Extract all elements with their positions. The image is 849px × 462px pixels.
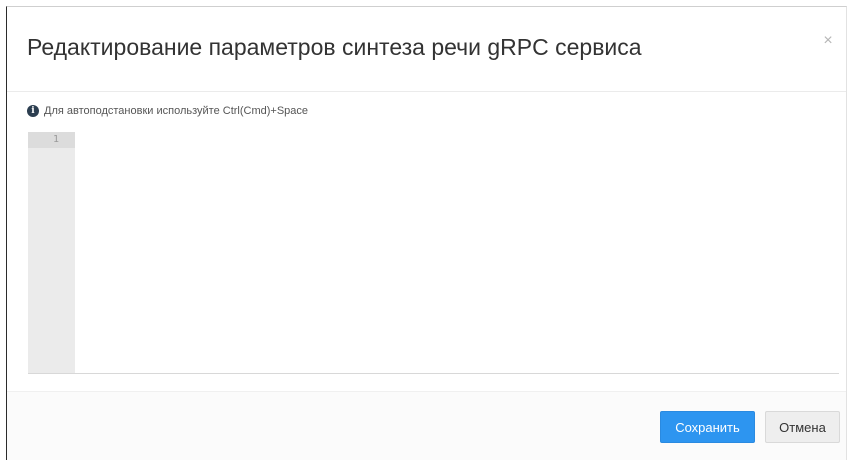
code-input-area[interactable] xyxy=(75,132,839,373)
autocomplete-hint: i Для автоподстановки используйте Ctrl(C… xyxy=(27,103,308,119)
dialog-title: Редактирование параметров синтеза речи g… xyxy=(27,34,642,60)
editor-gutter: 1 xyxy=(28,132,75,373)
edit-params-dialog: Редактирование параметров синтеза речи g… xyxy=(6,6,847,460)
line-number: 1 xyxy=(28,132,75,148)
close-icon[interactable]: × xyxy=(820,33,836,49)
cancel-button[interactable]: Отмена xyxy=(765,411,840,443)
hint-text: Для автоподстановки используйте Ctrl(Cmd… xyxy=(44,105,309,117)
dialog-header: Редактирование параметров синтеза речи g… xyxy=(7,7,846,92)
code-editor[interactable]: 1 xyxy=(28,132,839,374)
dialog-footer: Сохранить Отмена xyxy=(7,391,846,460)
info-icon: i xyxy=(27,105,39,117)
save-button[interactable]: Сохранить xyxy=(660,411,755,443)
